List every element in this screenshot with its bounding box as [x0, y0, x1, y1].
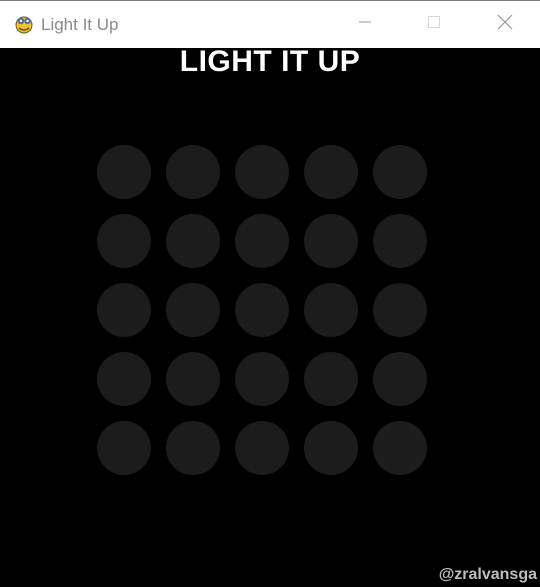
light-cell-r2-c3[interactable] — [235, 214, 289, 268]
light-cell-r4-c2[interactable] — [166, 352, 220, 406]
light-cell-r4-c3[interactable] — [235, 352, 289, 406]
lights-grid — [97, 145, 428, 475]
light-cell-r2-c2[interactable] — [166, 214, 220, 268]
light-cell-r1-c3[interactable] — [235, 145, 289, 199]
title-bar[interactable]: Light It Up — [0, 0, 540, 48]
pygame-snake-icon — [13, 13, 35, 35]
window-title: Light It Up — [41, 15, 119, 34]
close-icon — [497, 14, 513, 35]
maximize-button[interactable] — [411, 1, 457, 48]
light-cell-r5-c1[interactable] — [97, 421, 151, 475]
light-cell-r1-c4[interactable] — [304, 145, 358, 199]
light-cell-r3-c2[interactable] — [166, 283, 220, 337]
light-cell-r3-c4[interactable] — [304, 283, 358, 337]
light-cell-r1-c2[interactable] — [166, 145, 220, 199]
light-cell-r5-c3[interactable] — [235, 421, 289, 475]
close-button[interactable] — [482, 1, 528, 48]
light-cell-r2-c1[interactable] — [97, 214, 151, 268]
light-cell-r1-c1[interactable] — [97, 145, 151, 199]
light-cell-r4-c5[interactable] — [373, 352, 427, 406]
light-cell-r3-c3[interactable] — [235, 283, 289, 337]
light-cell-r2-c4[interactable] — [304, 214, 358, 268]
light-cell-r2-c5[interactable] — [373, 214, 427, 268]
maximize-icon — [427, 15, 441, 34]
light-cell-r5-c2[interactable] — [166, 421, 220, 475]
minimize-icon — [358, 15, 372, 34]
game-title: LIGHT IT UP — [179, 48, 361, 78]
light-cell-r3-c1[interactable] — [97, 283, 151, 337]
app-window: Light It Up LIGHT IT UP @zralvansga — [0, 0, 540, 587]
light-cell-r4-c4[interactable] — [304, 352, 358, 406]
light-cell-r4-c1[interactable] — [97, 352, 151, 406]
game-canvas[interactable]: LIGHT IT UP @zralvansga — [0, 48, 540, 587]
light-cell-r5-c5[interactable] — [373, 421, 427, 475]
light-cell-r1-c5[interactable] — [373, 145, 427, 199]
minimize-button[interactable] — [342, 1, 388, 48]
light-cell-r3-c5[interactable] — [373, 283, 427, 337]
light-cell-r5-c4[interactable] — [304, 421, 358, 475]
author-credit: @zralvansga — [438, 566, 537, 583]
